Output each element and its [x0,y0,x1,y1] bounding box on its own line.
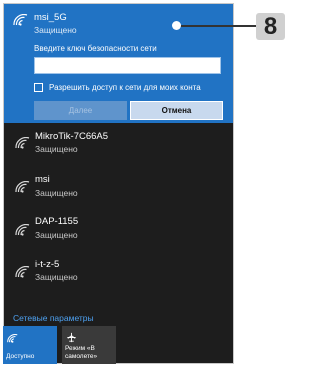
network-settings-link[interactable]: Сетевые параметры [13,313,94,323]
selected-network-panel[interactable]: msi_5G Защищено Введите ключ безопасност… [4,4,233,123]
network-flyout: msi_5G Защищено Введите ключ безопасност… [3,3,234,364]
callout-line [176,25,256,27]
network-name: i-t-z-5 [35,259,60,270]
share-network-checkbox[interactable] [34,83,43,92]
wifi-icon [13,14,28,26]
share-network-label: Разрешить доступ к сети для моих конта [49,83,201,92]
network-name: msi_5G [34,12,67,23]
wifi-icon [15,266,30,278]
wifi-icon [15,224,30,236]
security-key-input[interactable] [34,57,221,74]
security-key-prompt: Введите ключ безопасности сети [34,44,157,53]
cancel-button[interactable]: Отмена [130,101,223,120]
wifi-icon [15,137,30,149]
wifi-icon [7,330,18,348]
next-button[interactable]: Далее [34,101,127,120]
airplane-tile-label-line1: Режим «В [65,345,95,352]
network-status: Защищено [35,230,78,240]
callout-dot [172,21,181,30]
network-status: Защищено [35,188,78,198]
airplane-tile-label-line2: самолете» [65,353,98,360]
network-status: Защищено [34,25,77,35]
wifi-quick-action-tile[interactable]: Доступно [3,326,57,364]
airplane-mode-tile[interactable]: Режим «В самолете» [62,326,116,364]
network-status: Защищено [35,272,78,282]
wifi-icon [15,181,30,193]
wifi-tile-label: Доступно [6,353,35,360]
network-name: DAP-1155 [35,216,79,227]
network-status: Защищено [35,144,78,154]
network-name: msi [35,174,50,185]
network-name: MikroTik-7C66A5 [35,131,109,142]
callout-number-badge: 8 [256,13,285,40]
